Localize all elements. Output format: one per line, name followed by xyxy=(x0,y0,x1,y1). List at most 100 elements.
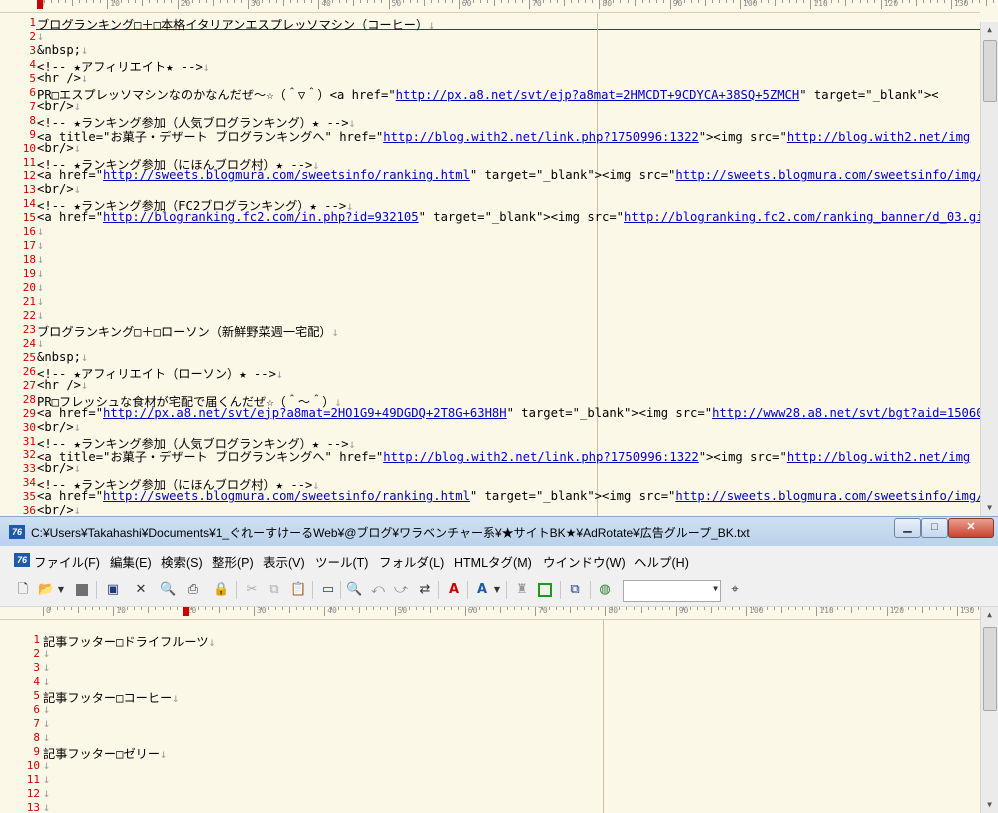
close-button[interactable]: ✕ xyxy=(948,518,994,538)
code-line[interactable]: <br/>↓ xyxy=(37,420,81,434)
menu-help[interactable]: ヘルプ(H) xyxy=(634,552,689,571)
code-line[interactable]: <a title="お菓子・デザート ブログランキングへ" href="http… xyxy=(37,447,970,465)
code-line[interactable]: &nbsp;↓ xyxy=(37,350,88,364)
code-line[interactable]: ↓ xyxy=(43,800,50,813)
find-prev-icon[interactable]: ⤺ xyxy=(370,582,386,598)
code-line[interactable]: <br/>↓ xyxy=(37,182,81,196)
bottom-vertical-scrollbar[interactable]: ▲ ▼ xyxy=(980,607,998,813)
top-vertical-scrollbar[interactable]: ▲ ▼ xyxy=(980,22,998,516)
code-line[interactable]: ↓ xyxy=(43,730,50,744)
window-list-icon[interactable]: ⧉ xyxy=(567,582,583,598)
highlight-icon[interactable]: A xyxy=(474,582,490,598)
open-folder-icon[interactable]: 📂 xyxy=(38,582,54,598)
code-line[interactable]: ↓ xyxy=(37,280,44,294)
url-link[interactable]: http://www28.a8.net/svt/bgt?aid=15060744… xyxy=(712,406,998,420)
code-line[interactable]: <a href="http://px.a8.net/svt/ejp?a8mat=… xyxy=(37,406,998,420)
code-line[interactable]: ↓ xyxy=(37,308,44,322)
code-line[interactable]: <a title="お菓子・デザート ブログランキングへ" href="http… xyxy=(37,127,970,145)
save-icon[interactable]: ▣ xyxy=(105,582,121,598)
menu-html-tag[interactable]: HTMLタグ(M) xyxy=(454,552,532,571)
code-line[interactable]: ↓ xyxy=(43,674,50,688)
lock-icon[interactable]: 🔒 xyxy=(213,582,229,598)
code-line[interactable]: <br/>↓ xyxy=(37,99,81,113)
app-icon[interactable]: 76 xyxy=(9,525,25,539)
frame-icon[interactable] xyxy=(537,582,553,598)
code-line[interactable]: ↓ xyxy=(37,224,44,238)
code-line[interactable]: <a href="http://sweets.blogmura.com/swee… xyxy=(37,168,998,182)
code-line[interactable]: ↓ xyxy=(37,336,44,350)
code-line[interactable]: ↓ xyxy=(37,266,44,280)
code-line[interactable]: ↓ xyxy=(43,786,50,800)
search-combo[interactable]: ▼ xyxy=(623,580,721,602)
replace-icon[interactable]: ⇄ xyxy=(417,582,433,598)
copy-icon[interactable]: ⧉ xyxy=(266,582,282,598)
font-color-icon[interactable]: A xyxy=(446,582,462,598)
scroll-thumb[interactable] xyxy=(983,40,997,102)
url-link[interactable]: http://sweets.blogmura.com/sweetsinfo/ra… xyxy=(103,489,470,503)
scroll-thumb[interactable] xyxy=(983,627,997,711)
code-line[interactable]: ブログランキング□＋□本格イタリアンエスプレッソマシン（コーヒー）↓ xyxy=(37,15,436,33)
paste-icon[interactable]: 📋 xyxy=(290,582,306,598)
menu-window[interactable]: ウインドウ(W) xyxy=(543,552,626,571)
url-link[interactable]: http://blogranking.fc2.com/in.php?id=932… xyxy=(103,210,419,224)
code-line[interactable]: ↓ xyxy=(43,702,50,716)
bottom-editor[interactable]: 0 10 20 30 40 50 60 70 80 90 100 110 120 130 1 記事フッター□… xyxy=(0,607,998,813)
top-editor[interactable]: 0102030405060708090100110120130 1ブログランキン… xyxy=(0,0,998,516)
code-line[interactable]: ↓ xyxy=(43,646,50,660)
code-line[interactable]: PR□エスプレッソマシンなのかなんだぜ～☆（＾▽＾）<a href="http:… xyxy=(37,85,939,103)
stop-icon[interactable] xyxy=(74,582,90,598)
code-line[interactable]: ↓ xyxy=(43,660,50,674)
code-line[interactable]: ↓ xyxy=(43,716,50,730)
code-line[interactable]: 記事フッター□ドライフルーツ↓ xyxy=(43,632,216,650)
url-link[interactable]: http://px.a8.net/svt/ejp?a8mat=2HMCDT+9C… xyxy=(396,88,800,102)
binoculars-icon[interactable]: ⌖ xyxy=(727,582,743,598)
code-line[interactable]: ↓ xyxy=(37,252,44,266)
code-line[interactable]: &nbsp;↓ xyxy=(37,43,88,57)
scroll-up-arrow-icon[interactable]: ▲ xyxy=(981,22,998,38)
url-link[interactable]: http://blogranking.fc2.com/ranking_banne… xyxy=(624,210,991,224)
code-line[interactable]: <hr />↓ xyxy=(37,71,88,85)
code-line[interactable]: ↓ xyxy=(37,294,44,308)
close-file-icon[interactable]: ✕ xyxy=(133,582,149,598)
code-line[interactable]: <br/>↓ xyxy=(37,461,81,475)
url-link[interactable]: http://sweets.blogmura.com/sweetsinfo/im… xyxy=(675,168,998,182)
menu-folder[interactable]: フォルダ(L) xyxy=(379,552,444,571)
print-icon[interactable]: ⎙ xyxy=(185,582,201,598)
menu-search[interactable]: 検索(S) xyxy=(161,552,203,571)
html-tag-icon[interactable]: ♜ xyxy=(514,582,530,598)
editor-window[interactable]: 76 C:¥Users¥Takahashi¥Documents¥1_ぐれーすけー… xyxy=(0,516,998,813)
minimize-button[interactable]: ▁ xyxy=(894,518,921,538)
maximize-button[interactable]: □ xyxy=(921,518,948,538)
find-icon[interactable]: 🔍 xyxy=(346,582,362,598)
menu-format[interactable]: 整形(P) xyxy=(212,552,254,571)
code-line[interactable]: <hr />↓ xyxy=(37,378,88,392)
menu-tools[interactable]: ツール(T) xyxy=(315,552,368,571)
browser-icon[interactable]: ◍ xyxy=(597,582,613,598)
dropdown-arrow-icon[interactable]: ▼ xyxy=(493,582,501,598)
url-link[interactable]: http://sweets.blogmura.com/sweetsinfo/im… xyxy=(675,489,998,503)
url-link[interactable]: http://blog.with2.net/img xyxy=(787,450,970,464)
url-link[interactable]: http://sweets.blogmura.com/sweetsinfo/ra… xyxy=(103,168,470,182)
code-line[interactable]: ↓ xyxy=(43,758,50,772)
url-link[interactable]: http://px.a8.net/svt/ejp?a8mat=2HO1G9+49… xyxy=(103,406,507,420)
menu-edit[interactable]: 編集(E) xyxy=(110,552,152,571)
scroll-down-arrow-icon[interactable]: ▼ xyxy=(981,797,998,813)
url-link[interactable]: http://blog.with2.net/link.php?1750996:1… xyxy=(383,130,699,144)
url-link[interactable]: http://blog.with2.net/link.php?1750996:1… xyxy=(383,450,699,464)
code-line[interactable]: <br/>↓ xyxy=(37,503,81,516)
app-menu-icon[interactable]: 76 xyxy=(14,553,30,567)
code-line[interactable]: ↓ xyxy=(37,29,44,43)
code-line[interactable]: ブログランキング□＋□ローソン（新鮮野菜週一宅配）↓ xyxy=(37,322,339,340)
combo-dropdown-icon[interactable]: ▼ xyxy=(713,584,718,593)
code-line[interactable]: ↓ xyxy=(43,772,50,786)
code-line[interactable]: <br/>↓ xyxy=(37,141,81,155)
window-icon[interactable]: ▭ xyxy=(320,582,336,598)
url-link[interactable]: http://blog.with2.net/img xyxy=(787,130,970,144)
scroll-up-arrow-icon[interactable]: ▲ xyxy=(981,607,998,623)
code-line[interactable]: ↓ xyxy=(37,238,44,252)
scroll-down-arrow-icon[interactable]: ▼ xyxy=(981,500,998,516)
cut-icon[interactable]: ✂ xyxy=(244,582,260,598)
find-next-icon[interactable]: ⤻ xyxy=(393,582,409,598)
menu-file[interactable]: ファイル(F) xyxy=(34,552,100,571)
code-line[interactable]: 記事フッター□コーヒー↓ xyxy=(43,688,180,706)
